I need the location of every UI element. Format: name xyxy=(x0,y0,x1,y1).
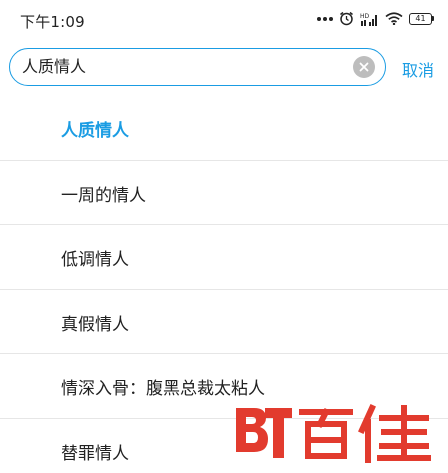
wifi-icon xyxy=(385,12,403,25)
more-dots-icon xyxy=(317,16,333,21)
status-bar: 下午1:09 HD 41 xyxy=(0,0,448,40)
suggestion-label: 真假情人 xyxy=(61,314,129,335)
suggestion-label: 低调情人 xyxy=(61,250,129,270)
clear-button[interactable] xyxy=(353,56,375,78)
alarm-icon xyxy=(340,11,353,26)
suggestion-label: 一周的情人 xyxy=(61,185,146,206)
status-icons: HD 41 xyxy=(317,11,434,26)
watermark-logo xyxy=(236,404,431,463)
suggestion-label: 替罪情人 xyxy=(61,443,129,464)
signal-icon: HD xyxy=(360,13,377,26)
status-time: 下午1:09 xyxy=(20,13,85,31)
suggestion-label: 人质情人 xyxy=(61,121,129,141)
suggestion-label: 情深入骨：腹黑总裁太粘人 xyxy=(61,379,265,399)
close-icon xyxy=(359,62,369,72)
search-input[interactable] xyxy=(22,49,342,84)
suggestion-item[interactable]: 低调情人 xyxy=(0,225,448,290)
suggestion-item[interactable]: 人质情人 xyxy=(0,96,448,161)
svg-text:HD: HD xyxy=(360,13,370,20)
suggestion-item[interactable]: 真假情人 xyxy=(0,290,448,354)
battery-icon: 41 xyxy=(409,12,434,25)
search-row: 取消 xyxy=(0,48,448,88)
search-box[interactable] xyxy=(9,48,386,86)
suggestion-item[interactable]: 一周的情人 xyxy=(0,161,448,225)
battery-level: 41 xyxy=(409,12,432,25)
cancel-button[interactable]: 取消 xyxy=(402,57,434,81)
